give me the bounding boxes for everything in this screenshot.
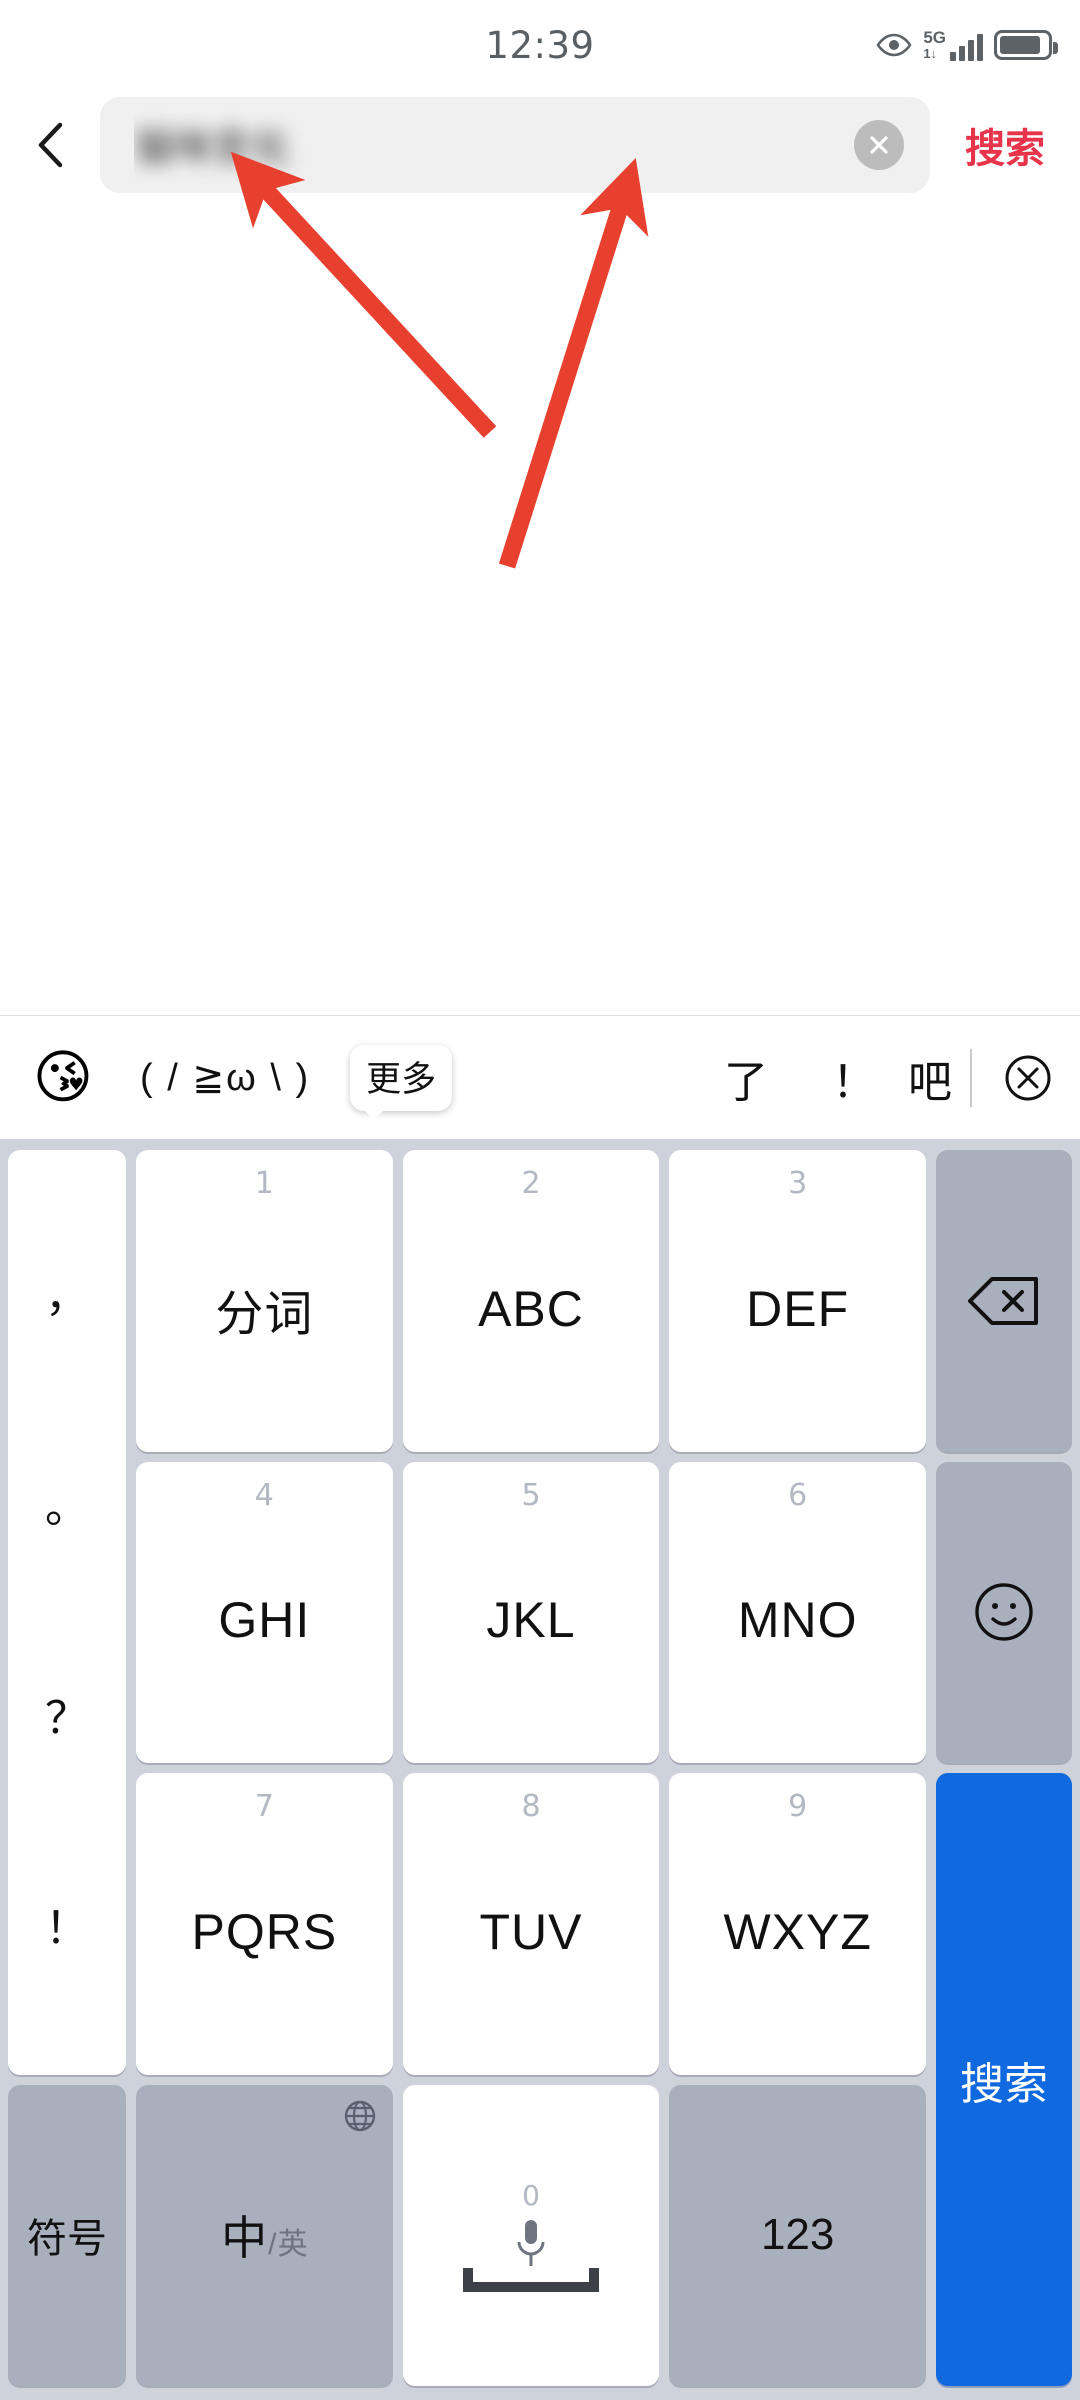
key-number-label: 1 <box>254 1166 274 1201</box>
arrow-to-search-field <box>230 151 497 438</box>
punctuation-comma[interactable]: ， <box>45 1275 89 1319</box>
candidate-list: 了 ！ 吧 <box>452 1046 1080 1110</box>
more-button[interactable]: 更多 <box>350 1044 453 1120</box>
kaomoji-suggestion[interactable]: ( / ≧ω \ ) <box>126 1055 324 1100</box>
eye-icon <box>876 33 912 57</box>
symbols-key-label: 符号 <box>27 2217 107 2262</box>
backspace-key[interactable] <box>935 1150 1072 1452</box>
key-3-def[interactable]: 3 DEF <box>669 1150 926 1452</box>
key-7-pqrs[interactable]: 7 PQRS <box>136 1773 393 2075</box>
punctuation-key-column[interactable]: ， 。 ？ ！ <box>8 1150 126 2075</box>
key-number-label: 5 <box>521 1477 541 1513</box>
key-main-label: MNO <box>737 1592 858 1649</box>
arrow-to-search-button <box>498 157 649 569</box>
space-key[interactable]: 0 <box>402 2084 660 2386</box>
key-4-ghi[interactable]: 4 GHI <box>136 1461 393 1763</box>
candidate-item[interactable]: 了 <box>692 1046 800 1110</box>
key-9-wxyz[interactable]: 9 WXYZ <box>669 1773 926 2075</box>
keyboard-grid: ， 。 ？ ！ 1 分词 2 ABC 3 DEF 4 GHI 5 JKL 6 M… <box>0 1139 1080 2400</box>
globe-icon <box>344 2100 375 2131</box>
key-main-label: TUV <box>479 1903 583 1960</box>
symbols-key[interactable]: 符号 <box>8 2084 126 2386</box>
microphone-icon[interactable] <box>514 2216 548 2272</box>
network-type-label: 5G 1↓ <box>923 29 946 60</box>
status-bar-icons: 5G 1↓ <box>876 0 1058 90</box>
status-time: 12:39 <box>485 23 595 67</box>
clear-search-button[interactable] <box>854 120 904 170</box>
key-number-label: 9 <box>788 1789 808 1824</box>
key-number-label: 7 <box>254 1789 274 1824</box>
key-main-label: PQRS <box>191 1903 338 1960</box>
key-main-label: WXYZ <box>723 1903 872 1960</box>
key-main-label: ABC <box>478 1280 584 1337</box>
battery-icon <box>994 30 1058 60</box>
key-main-label: JKL <box>486 1592 576 1649</box>
status-bar: 12:39 5G 1↓ <box>0 0 1080 90</box>
close-keyboard-panel-button[interactable] <box>976 1053 1080 1103</box>
search-input[interactable]: 猫咪变化 <box>100 97 930 193</box>
language-cn-label: 中 <box>221 2212 268 2265</box>
language-slash: / <box>268 2228 277 2262</box>
keyboard-toolbar: 😘 ( / ≧ω \ ) 更多 了 ！ 吧 <box>0 1015 1080 1139</box>
close-circle-icon <box>1005 1055 1051 1100</box>
language-switch-key[interactable]: 中 / 英 <box>136 2084 393 2386</box>
punctuation-period[interactable]: 。 <box>45 1485 89 1530</box>
language-switch-label: 中 / 英 <box>221 2202 307 2268</box>
key-number-label: 6 <box>788 1477 808 1513</box>
search-input-value: 猫咪变化 <box>134 127 291 170</box>
key-main-label: GHI <box>218 1592 311 1649</box>
network-5g-label: 5G <box>923 28 946 47</box>
key-number-label: 2 <box>521 1166 541 1201</box>
key-number-label: 4 <box>254 1477 274 1513</box>
enter-search-key[interactable]: 搜索 <box>935 1773 1072 2386</box>
space-bar-icon <box>462 2267 599 2292</box>
search-submit-button[interactable]: 搜索 <box>930 90 1080 200</box>
keyboard: 😘 ( / ≧ω \ ) 更多 了 ！ 吧 ， 。 ？ ！ 1 分词 2 ABC… <box>0 1015 1080 2400</box>
punctuation-exclamation[interactable]: ！ <box>45 1907 89 1951</box>
key-main-label: 分词 <box>215 1287 314 1341</box>
key-1-fenci[interactable]: 1 分词 <box>136 1150 393 1452</box>
candidate-item[interactable]: ！ <box>800 1046 908 1110</box>
punctuation-question[interactable]: ？ <box>45 1696 89 1741</box>
space-key-zero-label: 0 <box>522 2178 540 2212</box>
search-text-wrapper: 猫咪变化 <box>134 97 854 193</box>
key-2-abc[interactable]: 2 ABC <box>402 1150 660 1452</box>
clear-circle-icon <box>870 136 888 154</box>
enter-search-label: 搜索 <box>959 2059 1048 2109</box>
smiley-face-icon <box>975 1583 1033 1641</box>
back-chevron-icon <box>38 122 63 168</box>
key-number-label: 3 <box>788 1166 808 1201</box>
key-6-mno[interactable]: 6 MNO <box>669 1461 926 1763</box>
network-indicator: 5G 1↓ <box>923 29 983 61</box>
key-5-jkl[interactable]: 5 JKL <box>402 1461 660 1763</box>
language-en-label: 英 <box>277 2228 308 2262</box>
numbers-key[interactable]: 123 <box>669 2084 926 2386</box>
back-button[interactable] <box>0 90 100 200</box>
toolbar-divider <box>970 1048 972 1107</box>
candidate-item[interactable]: 吧 <box>908 1046 966 1110</box>
key-number-label: 8 <box>521 1789 541 1824</box>
numbers-key-label: 123 <box>760 2210 835 2260</box>
network-sub-label: 1↓ <box>923 46 938 61</box>
emoji-key[interactable] <box>935 1461 1072 1763</box>
backspace-icon <box>967 1276 1038 1325</box>
kissing-emoji-button[interactable]: 😘 <box>0 1048 126 1107</box>
search-header: 猫咪变化 搜索 <box>0 90 1080 200</box>
key-8-tuv[interactable]: 8 TUV <box>402 1773 660 2075</box>
signal-bars-icon <box>950 33 983 61</box>
key-main-label: DEF <box>746 1280 850 1337</box>
